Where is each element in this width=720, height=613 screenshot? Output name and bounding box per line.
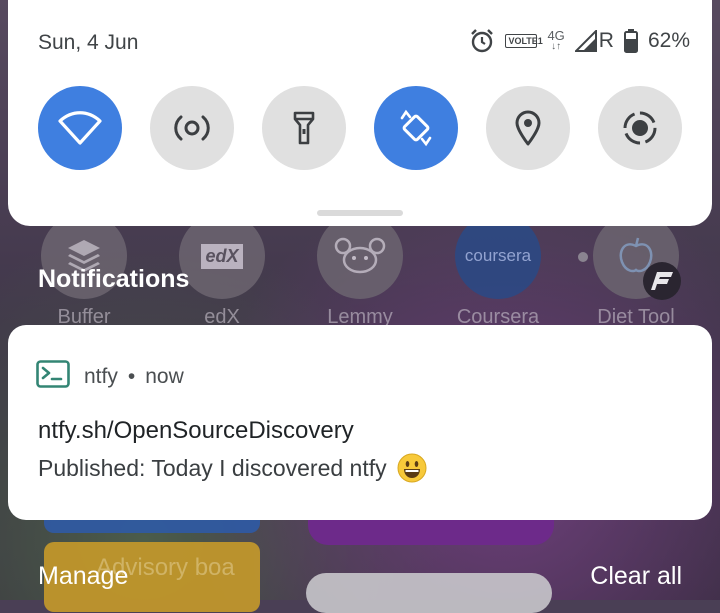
volte-icon: VOLTE 1: [505, 34, 543, 48]
rotate-icon: [400, 109, 432, 147]
ntfy-notification[interactable]: ntfy • now ntfy.sh/OpenSourceDiscovery P…: [8, 325, 712, 520]
network-type-icon: 4G ↓↑: [547, 28, 565, 52]
date-label: Sun, 4 Jun: [38, 31, 139, 54]
terminal-icon: [36, 360, 70, 394]
volte-label: VOLTE: [508, 36, 538, 46]
hotspot-tile[interactable]: [150, 86, 234, 170]
panel-drag-handle[interactable]: [317, 210, 403, 216]
alarm-icon: [469, 28, 495, 54]
record-icon: [623, 111, 657, 145]
grinning-face-icon: [397, 453, 427, 483]
flashlight-icon: [293, 111, 315, 145]
hotspot-icon: [174, 115, 210, 141]
notifications-header: Notifications: [38, 265, 190, 293]
clear-all-button[interactable]: Clear all: [590, 562, 682, 591]
network-type-label: 4G: [547, 28, 565, 43]
notification-time: now: [145, 365, 184, 388]
volte-sim-label: 1: [537, 36, 543, 46]
notification-separator: •: [127, 365, 136, 388]
battery-percent: 62%: [647, 29, 690, 52]
battery-icon: [623, 29, 638, 53]
screen-record-tile[interactable]: [598, 86, 682, 170]
notification-app-row: ntfy • now: [36, 360, 184, 394]
notification-title: ntfy.sh/OpenSourceDiscovery: [38, 417, 354, 444]
manage-button[interactable]: Manage: [38, 562, 128, 591]
notification-dot: [578, 252, 588, 262]
network-activity-arrows: ↓↑: [551, 41, 562, 52]
work-profile-badge: [643, 262, 681, 300]
wifi-tile[interactable]: [38, 86, 122, 170]
notification-body: Published: Today I discovered ntfy: [38, 454, 387, 481]
coursera-logo: coursera: [464, 246, 532, 265]
auto-rotate-tile[interactable]: [374, 86, 458, 170]
notification-body-row: Published: Today I discovered ntfy: [38, 453, 427, 483]
roaming-indicator: R: [598, 29, 614, 52]
quick-settings-panel: Sun, 4 Jun VOLTE 1 4G ↓↑ R 62%: [8, 0, 712, 226]
edx-logo: edX: [201, 243, 243, 269]
flashlight-tile[interactable]: [262, 86, 346, 170]
quick-settings-tiles: [38, 86, 682, 170]
status-icons: VOLTE 1 4G ↓↑ R 62%: [469, 28, 690, 54]
notification-app-name: ntfy: [84, 365, 118, 388]
location-icon: [515, 110, 541, 146]
signal-icon: R: [574, 29, 614, 53]
background-search-pill: [306, 573, 552, 613]
wifi-icon: [58, 111, 102, 145]
location-tile[interactable]: [486, 86, 570, 170]
